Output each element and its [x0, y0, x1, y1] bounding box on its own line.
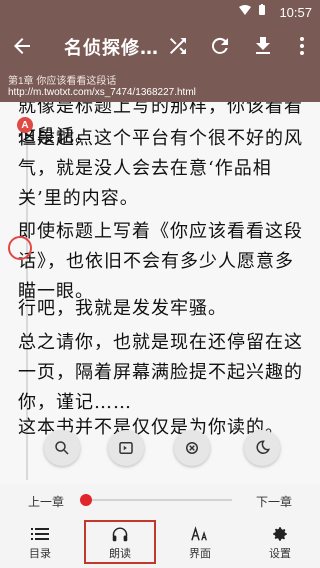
- auto-page-icon: [119, 442, 133, 454]
- menu-item-settings[interactable]: 设置: [240, 516, 320, 568]
- prev-chapter-button[interactable]: 上一章: [28, 493, 64, 510]
- slider-knob[interactable]: [80, 494, 92, 506]
- side-badge[interactable]: A: [17, 117, 33, 133]
- list-icon: [31, 528, 49, 540]
- status-icons: [238, 4, 266, 16]
- gear-icon: [273, 527, 287, 541]
- more-icon[interactable]: [290, 34, 314, 58]
- replace-icon: [186, 442, 198, 454]
- chapter-info-bar: 第1章 你应该看看这段话 http://m.twotxt.com/xs_7474…: [0, 68, 320, 102]
- night-mode-button[interactable]: [244, 430, 280, 466]
- side-ring-handle[interactable]: [8, 236, 32, 260]
- status-bar: 10:57: [0, 0, 320, 24]
- menu-label: 设置: [269, 547, 291, 560]
- download-icon[interactable]: [251, 34, 275, 58]
- page-title: 名侦探修…: [64, 38, 159, 59]
- bottom-controls: 上一章 下一章 目录 朗读 界面 设置: [0, 484, 320, 568]
- side-scrubber-track: [26, 120, 28, 480]
- source-url[interactable]: http://m.twotxt.com/xs_7474/1368227.html: [8, 87, 196, 98]
- refresh-icon[interactable]: [208, 34, 232, 58]
- side-scrubber[interactable]: [14, 112, 40, 482]
- menu-item-read-aloud[interactable]: 朗读: [80, 516, 160, 568]
- menu-item-catalog[interactable]: 目录: [0, 516, 80, 568]
- search-icon: [55, 441, 69, 455]
- paragraph: 行吧，我就是发发牢骚。: [18, 298, 227, 319]
- next-chapter-button[interactable]: 下一章: [256, 493, 292, 510]
- auto-scroll-button[interactable]: [108, 430, 144, 466]
- bottom-menu: 目录 朗读 界面 设置: [0, 516, 320, 568]
- back-arrow-icon[interactable]: [10, 34, 34, 58]
- status-time: 10:57: [279, 5, 312, 20]
- menu-item-interface[interactable]: 界面: [160, 516, 240, 568]
- battery-icon: [259, 4, 265, 15]
- chapter-progress-slider[interactable]: [80, 494, 232, 506]
- chapter-progress-row: 上一章 下一章: [0, 484, 320, 516]
- replace-button[interactable]: [174, 430, 210, 466]
- app-toolbar: 名侦探修…: [0, 24, 320, 68]
- paragraph: 总之请你，也就是现在还停留在这一页，隔着屏幕满脸提不起兴趣的你，谨记……: [18, 332, 303, 413]
- chapter-title: 第1章 你应该看看这段话: [8, 76, 117, 87]
- menu-label: 目录: [29, 547, 51, 560]
- shuffle-icon[interactable]: [166, 34, 190, 58]
- paragraph: 但是起点这个平台有个很不好的风气，就是没人会去在意‘作品相关’里的内容。: [18, 128, 303, 209]
- wifi-icon: [239, 5, 251, 15]
- menu-label: 朗读: [109, 547, 131, 560]
- reader-content[interactable]: 就像是标题上写的那样，你该看看这段话。 但是起点这个平台有个很不好的风气，就是没…: [0, 102, 320, 484]
- headphones-icon: [112, 527, 128, 542]
- moon-icon: [256, 440, 270, 454]
- search-button[interactable]: [44, 430, 80, 466]
- menu-label: 界面: [189, 547, 211, 560]
- font-aa-icon: [191, 526, 207, 541]
